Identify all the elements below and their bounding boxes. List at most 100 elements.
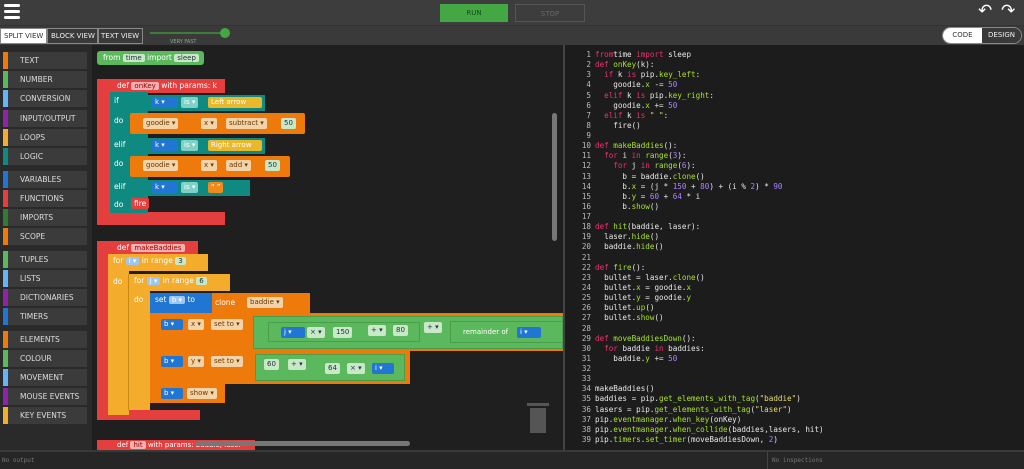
- palette-item-lists[interactable]: LISTS: [3, 270, 87, 287]
- multiply-operator[interactable]: × ▾: [307, 327, 325, 338]
- plus-operator[interactable]: + ▾: [288, 359, 306, 370]
- palette-item-timers[interactable]: TIMERS: [3, 308, 87, 325]
- add-dropdown[interactable]: add ▾: [226, 160, 251, 171]
- x-dropdown[interactable]: x ▾: [201, 160, 217, 171]
- goodie-dropdown[interactable]: goodie ▾: [143, 118, 179, 129]
- plus-operator[interactable]: + ▾: [424, 322, 442, 333]
- x-dropdown[interactable]: x ▾: [201, 118, 217, 129]
- variable-i[interactable]: i ▾: [372, 363, 394, 374]
- code-line[interactable]: 18 def hit(baddie, laser):: [565, 222, 700, 232]
- code-line[interactable]: 1 fromtime import sleep: [565, 50, 691, 60]
- speed-slider-handle[interactable]: [220, 28, 230, 38]
- code-line[interactable]: 5 elif k is pip.key_right:: [565, 91, 714, 101]
- code-line[interactable]: 28: [565, 324, 595, 334]
- redo-icon[interactable]: ↷: [1001, 3, 1015, 20]
- variable-i[interactable]: i ▾: [517, 327, 541, 338]
- palette-item-functions[interactable]: FUNCTIONS: [3, 190, 87, 207]
- fire-call-block[interactable]: fire: [131, 198, 150, 209]
- number-80[interactable]: 80: [393, 325, 408, 336]
- vertical-scrollbar[interactable]: [552, 113, 557, 241]
- multiply-operator[interactable]: × ▾: [347, 363, 365, 374]
- palette-item-key-events[interactable]: KEY EVENTS: [3, 407, 87, 424]
- palette-item-colour[interactable]: COLOUR: [3, 350, 87, 367]
- code-line[interactable]: 3 if k is pip.key_left:: [565, 70, 700, 80]
- code-line[interactable]: 15 b.y = 60 + 64 * i: [565, 192, 700, 202]
- variable-b[interactable]: b ▾: [161, 319, 183, 330]
- number-6[interactable]: 6: [196, 277, 207, 285]
- code-line[interactable]: 17: [565, 212, 595, 222]
- code-line[interactable]: 10 def makeBaddies():: [565, 141, 677, 151]
- variable-b[interactable]: b ▾: [161, 356, 183, 367]
- variable-k[interactable]: k ▾: [152, 140, 178, 151]
- number-50[interactable]: 50: [265, 160, 280, 171]
- variable-i[interactable]: i ▾: [125, 257, 140, 265]
- variable-b[interactable]: b ▾: [168, 296, 186, 304]
- stop-button[interactable]: STOP: [515, 4, 585, 22]
- code-line[interactable]: 7 elif k is " ":: [565, 111, 668, 121]
- horizontal-scrollbar[interactable]: [195, 441, 410, 446]
- set-b-block[interactable]: set b ▾ to: [150, 293, 212, 313]
- palette-item-imports[interactable]: IMPORTS: [3, 209, 87, 226]
- code-line[interactable]: 36 lasers = pip.get_elements_with_tag("la…: [565, 405, 792, 415]
- show-dropdown[interactable]: show ▾: [187, 388, 217, 399]
- baddie-dropdown[interactable]: baddie ▾: [247, 297, 283, 308]
- number-150[interactable]: 150: [333, 327, 353, 338]
- import-block[interactable]: from time import sleep: [97, 51, 204, 65]
- code-editor[interactable]: 1 fromtime import sleep 2 def onKey(k): 3 if…: [563, 45, 1024, 450]
- code-line[interactable]: 33: [565, 374, 595, 384]
- subtract-dropdown[interactable]: subtract ▾: [226, 118, 267, 129]
- number-3[interactable]: 3: [175, 257, 186, 265]
- palette-item-loops[interactable]: LOOPS: [3, 129, 87, 146]
- code-line[interactable]: 20 baddie.hide(): [565, 242, 664, 252]
- code-line[interactable]: 29 def moveBaddiesDown():: [565, 334, 696, 344]
- is-operator[interactable]: is ▾: [181, 182, 199, 193]
- right-arrow-value[interactable]: Right arrow: [208, 140, 262, 151]
- module-field[interactable]: time: [122, 54, 145, 62]
- code-line[interactable]: 31 baddie.y += 50: [565, 354, 677, 364]
- palette-item-elements[interactable]: ELEMENTS: [3, 331, 87, 348]
- code-line[interactable]: 14 b.x = (j * 150 + 80) + (i % 2) * 90: [565, 182, 783, 192]
- code-line[interactable]: 4 goodie.x -= 50: [565, 80, 677, 90]
- code-line[interactable]: 34 makeBaddies(): [565, 384, 655, 394]
- goodie-dropdown[interactable]: goodie ▾: [143, 160, 179, 171]
- palette-item-variables[interactable]: VARIABLES: [3, 171, 87, 188]
- code-line[interactable]: 39 pip.timers.set_timer(moveBaddiesDown, …: [565, 435, 778, 445]
- function-name-field[interactable]: onKey: [131, 82, 159, 90]
- palette-item-number[interactable]: NUMBER: [3, 71, 87, 88]
- palette-item-movement[interactable]: MOVEMENT: [3, 369, 87, 386]
- palette-item-text[interactable]: TEXT: [3, 52, 87, 69]
- code-line[interactable]: 22 def fire():: [565, 263, 645, 273]
- code-line[interactable]: 35 baddies = pip.get_elements_with_tag("b…: [565, 394, 801, 404]
- code-line[interactable]: 12 for j in range(6):: [565, 161, 696, 171]
- code-line[interactable]: 21: [565, 253, 595, 263]
- y-dropdown[interactable]: y ▾: [188, 356, 204, 367]
- variable-b[interactable]: b ▾: [161, 388, 183, 399]
- palette-item-conversion[interactable]: CONVERSION: [3, 90, 87, 107]
- function-name-field[interactable]: hit: [130, 441, 146, 449]
- code-line[interactable]: 8 fire(): [565, 121, 640, 131]
- code-line[interactable]: 26 bullet.up(): [565, 303, 655, 313]
- trash-icon[interactable]: [527, 403, 549, 433]
- for-j-block[interactable]: for j ▾ in range 6: [128, 274, 230, 291]
- code-line[interactable]: 24 bullet.x = goodie.x: [565, 283, 691, 293]
- number-64[interactable]: 64: [325, 363, 340, 374]
- set-to-dropdown[interactable]: set to ▾: [211, 319, 243, 330]
- code-line[interactable]: 25 bullet.y = goodie.y: [565, 293, 691, 303]
- hamburger-menu-icon[interactable]: [0, 0, 24, 24]
- block-view-tab[interactable]: BLOCK VIEW: [47, 28, 99, 44]
- code-line[interactable]: 9: [565, 131, 595, 141]
- mode-toggle[interactable]: CODE DESIGN: [942, 27, 1022, 44]
- variable-k[interactable]: k ▾: [152, 182, 178, 193]
- variable-k[interactable]: k ▾: [152, 97, 178, 108]
- code-line[interactable]: 19 laser.hide(): [565, 232, 659, 242]
- name-field[interactable]: sleep: [174, 54, 199, 62]
- design-mode-button[interactable]: DESIGN: [982, 28, 1021, 43]
- code-line[interactable]: 13 b = baddie.clone(): [565, 172, 705, 182]
- function-name-field[interactable]: makeBaddies: [131, 244, 185, 252]
- code-line[interactable]: 30 for baddie in baddies:: [565, 344, 705, 354]
- number-50[interactable]: 50: [281, 118, 296, 129]
- x-dropdown[interactable]: x ▾: [188, 319, 204, 330]
- code-line[interactable]: 6 goodie.x += 50: [565, 101, 677, 111]
- is-operator[interactable]: is ▾: [181, 97, 199, 108]
- code-line[interactable]: 16 b.show(): [565, 202, 659, 212]
